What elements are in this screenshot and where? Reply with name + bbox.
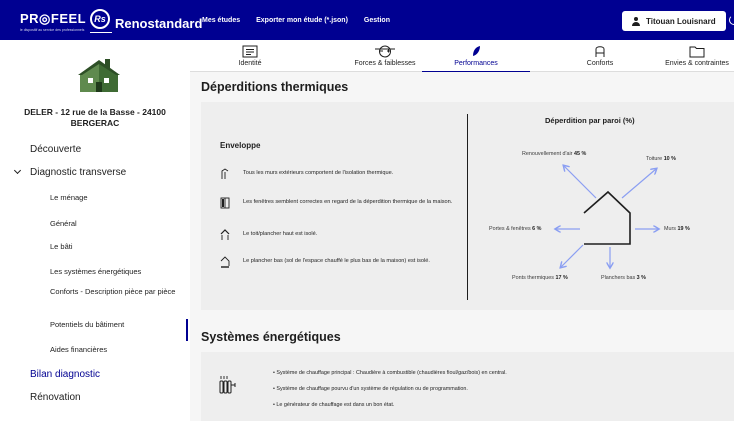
tab-label: Performances (454, 60, 498, 67)
tab-label: Envies & contraintes (665, 60, 729, 67)
id-card-icon (242, 45, 258, 58)
section-title-systemes: Systèmes énergétiques (201, 330, 341, 344)
tab-envies-contraintes[interactable]: Envies & contraintes (656, 40, 734, 72)
active-indicator (186, 319, 188, 341)
user-button[interactable]: Titouan Louisnard (622, 11, 726, 31)
envelope-item-plancher: Le plancher bas (sol de l'espace chauffé… (220, 256, 460, 268)
armchair-icon (595, 46, 605, 57)
profeel-brand: PR◎FEEL (20, 11, 87, 26)
profeel-tagline: le dispositif au service des professionn… (20, 28, 85, 32)
arrow-toiture (621, 169, 656, 199)
sidebar-item-menage[interactable]: Le ménage (50, 193, 180, 203)
chevron-down-icon[interactable] (13, 166, 22, 175)
balance-icon (375, 45, 395, 58)
profeel-logo[interactable]: PR◎FEEL le dispositif au service des pro… (20, 11, 86, 32)
house-icon (78, 58, 120, 94)
wall-icon (221, 168, 229, 179)
renostandard-logo[interactable]: Rs Renostandard (90, 6, 203, 33)
roof-icon (220, 229, 230, 240)
nav-export-json[interactable]: Exporter mon étude (*.json) (256, 17, 348, 24)
radiator-icon (219, 376, 236, 394)
sidebar: DELER - 12 rue de la Basse - 24100 BERGE… (0, 40, 190, 421)
top-bar: PR◎FEEL le dispositif au service des pro… (0, 0, 734, 40)
sidebar-item-renovation[interactable]: Rénovation (30, 392, 81, 403)
sidebar-item-aides-financieres[interactable]: Aides financières (50, 345, 180, 355)
envelope-item-fenetres: Les fenêtres semblent correctes en regar… (220, 197, 460, 209)
house-outline (583, 190, 631, 245)
envelope-item-text: Le toit/plancher haut est isolé. (243, 231, 318, 237)
envelope-item-text: Le plancher bas (sol de l'espace chauffé… (243, 258, 430, 264)
user-icon (632, 16, 640, 26)
logo-underline (90, 32, 112, 33)
tab-conforts[interactable]: Conforts (540, 40, 660, 72)
sidebar-item-potentiels[interactable]: Potentiels du bâtiment (50, 320, 180, 330)
study-address: DELER - 12 rue de la Basse - 24100 BERGE… (24, 107, 166, 128)
sidebar-item-bati[interactable]: Le bâti (50, 242, 180, 252)
tab-label: Forces & faiblesses (354, 60, 416, 67)
tab-label: Conforts (586, 60, 614, 67)
label-renouvellement-air: Renouvellement d'air 45 % (522, 151, 587, 157)
sidebar-item-decouverte[interactable]: Découverte (30, 144, 81, 155)
nav-mes-etudes[interactable]: Mes études (202, 17, 240, 24)
label-portes-fenetres: Portes & fenêtres 6 % (489, 226, 542, 232)
chart-title: Déperdition par paroi (%) (545, 116, 635, 125)
sidebar-item-systemes-energetiques[interactable]: Les systèmes énergétiques (50, 267, 180, 277)
section-title-deperditions: Déperditions thermiques (201, 80, 349, 94)
systeme-item: • Système de chauffage principal : Chaud… (273, 370, 507, 376)
logout-icon[interactable] (729, 15, 734, 25)
tab-identite[interactable]: Identité (200, 40, 300, 72)
label-planchers-bas: Planchers bas 3 % (601, 275, 646, 281)
card-divider (467, 114, 468, 300)
floor-icon (220, 256, 230, 268)
systeme-item: • Système de chauffage pourvu d'un systè… (273, 386, 468, 392)
sidebar-item-diagnostic-transverse[interactable]: Diagnostic transverse (30, 167, 126, 178)
envelope-item-text: Les fenêtres semblent correctes en regar… (243, 199, 453, 205)
arrow-ponts-thermiques (561, 244, 584, 267)
tab-label: Identité (238, 60, 262, 67)
sidebar-item-general[interactable]: Général (50, 219, 180, 229)
user-name: Titouan Louisnard (646, 16, 716, 26)
label-toiture: Toiture 10 % (646, 156, 676, 162)
envelope-item-text: Tous les murs extérieurs comportent de l… (243, 170, 394, 176)
window-icon (220, 197, 230, 209)
folder-icon (689, 46, 705, 58)
nav-gestion[interactable]: Gestion (364, 17, 390, 24)
systeme-item: • Le générateur de chauffage est dans un… (273, 402, 395, 408)
arrow-renouvellement-air (564, 166, 597, 199)
envelope-item-murs: Tous les murs extérieurs comportent de l… (220, 168, 460, 180)
product-name: Renostandard (115, 16, 203, 31)
label-murs: Murs 19 % (664, 226, 690, 232)
sidebar-item-bilan-diagnostic[interactable]: Bilan diagnostic (30, 369, 100, 380)
rs-badge-icon: Rs (90, 8, 110, 29)
envelope-title: Enveloppe (220, 141, 261, 150)
loss-diagram (470, 140, 734, 290)
tab-bar: Identité Forces & faiblesses Performance… (190, 40, 734, 73)
sidebar-item-conforts[interactable]: Conforts - Description pièce par pièce (50, 287, 180, 297)
main-nav: Mes études Exporter mon étude (*.json) G… (202, 0, 390, 40)
tab-performances[interactable]: Performances (422, 40, 530, 73)
label-ponts-thermiques: Ponts thermiques 17 % (512, 275, 568, 281)
envelope-item-toit: Le toit/plancher haut est isolé. (220, 229, 460, 241)
leaf-icon (473, 46, 480, 56)
